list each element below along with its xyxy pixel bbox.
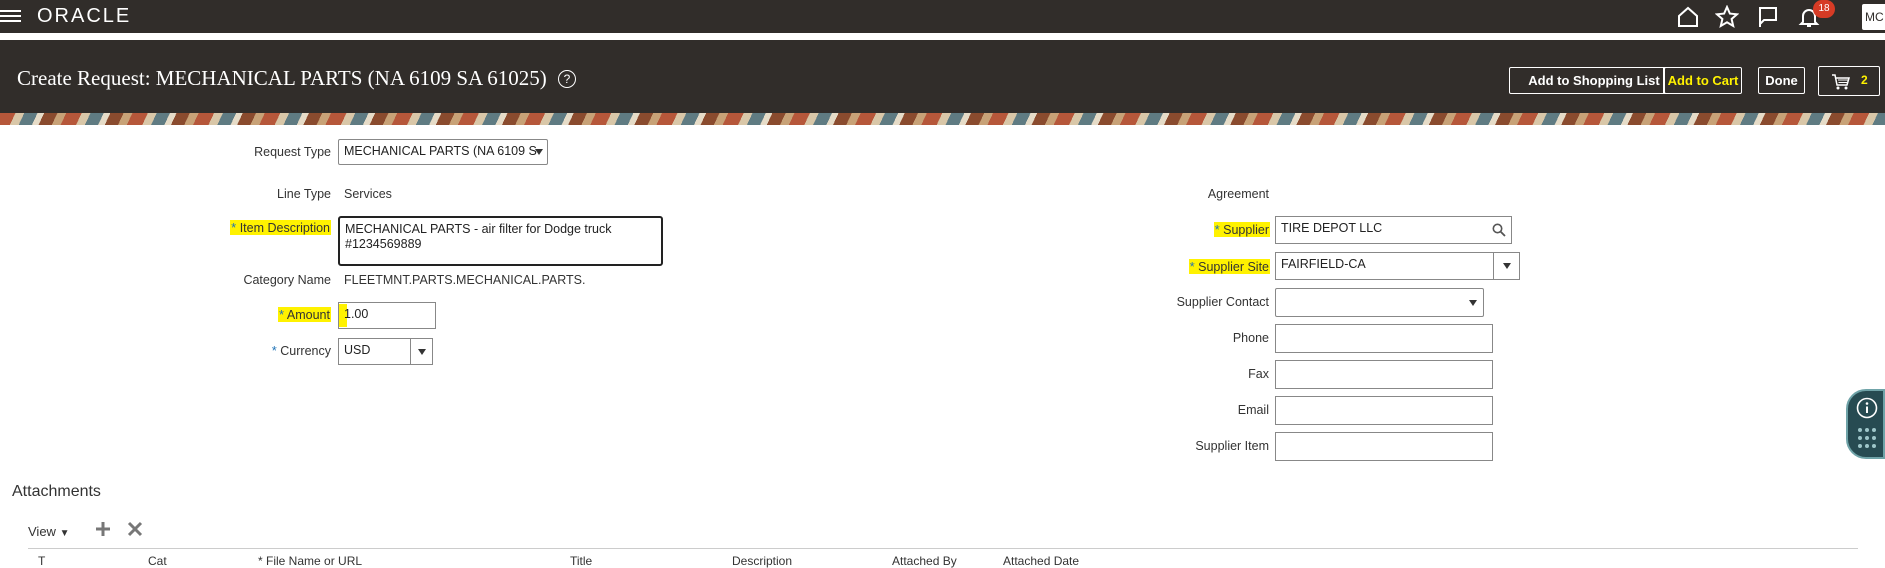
supplier-contact-label: Supplier Contact: [1176, 295, 1269, 309]
email-input[interactable]: [1275, 396, 1493, 425]
cart-count: 2: [1861, 73, 1868, 87]
supplier-input[interactable]: TIRE DEPOT LLC: [1275, 216, 1512, 244]
column-header-category[interactable]: Cat: [148, 554, 167, 568]
home-icon[interactable]: [1676, 5, 1702, 29]
plus-icon[interactable]: [94, 520, 112, 538]
supplier-item-input[interactable]: [1275, 432, 1493, 461]
cart-icon: [1832, 74, 1850, 90]
amount-label: * Amount: [278, 307, 331, 322]
view-menu-label: View: [28, 524, 56, 539]
chevron-down-icon: [418, 348, 426, 355]
column-header-type[interactable]: T: [38, 554, 45, 568]
required-marker: *: [231, 220, 237, 235]
add-to-shopping-list-button[interactable]: Add to Shopping List: [1509, 67, 1679, 94]
amount-input[interactable]: 1.00: [338, 302, 436, 329]
currency-select[interactable]: USD: [338, 338, 433, 365]
phone-label: Phone: [1232, 331, 1269, 345]
fax-input[interactable]: [1275, 360, 1493, 389]
supplier-site-label: * Supplier Site: [1188, 259, 1270, 274]
cart-button[interactable]: 2: [1818, 66, 1880, 96]
fax-label: Fax: [1248, 367, 1269, 381]
phone-input[interactable]: [1275, 324, 1493, 353]
supplier-label: * Supplier: [1213, 222, 1270, 237]
hamburger-icon[interactable]: [0, 7, 21, 25]
required-marker: *: [1189, 259, 1195, 274]
request-type-label: Request Type: [254, 145, 331, 159]
table-header-divider: [28, 548, 1858, 549]
search-icon[interactable]: [1492, 223, 1506, 237]
amount-label-text: Amount: [286, 308, 330, 322]
supplier-label-text: Supplier: [1223, 223, 1269, 237]
required-marker: *: [279, 307, 285, 322]
currency-dropdown-button[interactable]: [410, 339, 432, 364]
column-header-description[interactable]: Description: [732, 554, 792, 568]
chevron-down-icon: [535, 149, 543, 155]
currency-value: USD: [344, 343, 371, 357]
add-to-cart-button[interactable]: Add to Cart: [1664, 67, 1742, 94]
help-icon[interactable]: ?: [558, 70, 576, 88]
currency-label: * Currency: [272, 343, 331, 358]
item-description-label-text: Item Description: [239, 221, 330, 235]
item-description-label: * Item Description: [230, 220, 331, 235]
required-marker: *: [271, 343, 277, 358]
attachments-title: Attachments: [12, 483, 101, 500]
column-header-attached-by[interactable]: Attached By: [892, 554, 957, 568]
supplier-item-label: Supplier Item: [1195, 439, 1269, 453]
supplier-value: TIRE DEPOT LLC: [1281, 221, 1383, 235]
item-description-textarea[interactable]: MECHANICAL PARTS - air filter for Dodge …: [338, 216, 663, 266]
supplier-site-label-text: Supplier Site: [1198, 260, 1269, 274]
email-label: Email: [1237, 403, 1269, 417]
chevron-down-icon: [1469, 299, 1477, 306]
category-name-value: FLEETMNT.PARTS.MECHANICAL.PARTS.: [344, 273, 586, 287]
notification-badge: 18: [1813, 0, 1835, 18]
category-name-label: Category Name: [243, 273, 331, 287]
done-button[interactable]: Done: [1758, 67, 1805, 94]
supplier-site-dropdown-button[interactable]: [1493, 253, 1519, 279]
star-icon[interactable]: [1714, 4, 1741, 29]
global-header: ORACLE 18 MC: [0, 0, 1885, 40]
column-header-title[interactable]: Title: [570, 554, 592, 568]
request-type-value: MECHANICAL PARTS (NA 6109 S: [344, 144, 537, 158]
line-type-value: Services: [344, 187, 392, 201]
supplier-site-select[interactable]: FAIRFIELD-CA: [1275, 252, 1520, 280]
avatar[interactable]: MC: [1862, 4, 1885, 30]
info-icon: [1856, 397, 1878, 419]
column-header-file-name[interactable]: * File Name or URL: [258, 554, 362, 568]
line-type-label: Line Type: [277, 187, 331, 201]
flag-icon[interactable]: [1756, 5, 1782, 29]
column-header-attached-date[interactable]: Attached Date: [1003, 554, 1079, 568]
page-title: Create Request: MECHANICAL PARTS (NA 610…: [17, 66, 547, 90]
caret-down-icon: ▼: [59, 528, 70, 539]
chevron-down-icon: [1503, 263, 1511, 269]
supplier-contact-select[interactable]: [1275, 288, 1484, 317]
oracle-logo[interactable]: ORACLE: [37, 5, 131, 28]
grid-dots-icon: [1858, 428, 1876, 448]
x-icon[interactable]: [126, 520, 144, 538]
view-menu[interactable]: View ▼: [28, 524, 69, 539]
header-decorative-pattern: [0, 113, 1885, 125]
required-marker: *: [1214, 222, 1220, 237]
info-panel-toggle[interactable]: [1846, 389, 1885, 459]
supplier-site-value: FAIRFIELD-CA: [1281, 257, 1366, 271]
currency-label-text: Currency: [280, 344, 331, 358]
agreement-label: Agreement: [1207, 187, 1269, 201]
request-type-select[interactable]: MECHANICAL PARTS (NA 6109 S: [338, 139, 548, 165]
